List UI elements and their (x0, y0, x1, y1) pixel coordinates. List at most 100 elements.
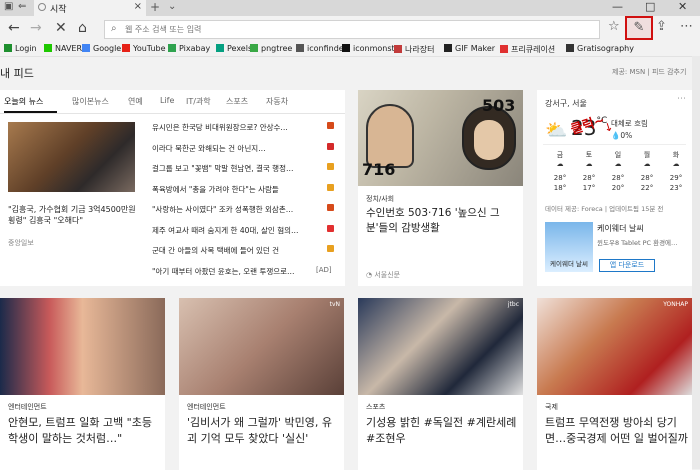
new-tab-button[interactable]: + (150, 0, 160, 14)
weather-condition: 대체로 흐림 (611, 119, 648, 128)
lead-headline[interactable]: "김흥국, 가수협회 기금 3억4500만원 횡령" 김흥국 "오해다" (8, 204, 143, 226)
news-tab-2[interactable]: 연예 (128, 96, 143, 107)
home-icon[interactable]: ⌂ (78, 20, 87, 36)
tab-preview-icon[interactable]: ▣ (4, 1, 13, 12)
story-headline[interactable]: 수인번호 503·716 '높으신 그분'들의 감방생활 (366, 206, 518, 236)
bookmark-label: Login (15, 44, 37, 53)
story-card[interactable]: 503 716 정치/사회 수인번호 503·716 '높으신 그분'들의 감방… (358, 90, 523, 286)
broadcaster-logo: jtbc (507, 301, 519, 308)
bookmark-favicon-icon (216, 44, 224, 52)
forecast-low: 22° (640, 184, 654, 192)
story-category: 정치/사회 (366, 195, 395, 203)
feed-provider[interactable]: 제공: MSN | 피드 감추기 (612, 67, 686, 77)
news-list-item[interactable]: "아기 때부터 아팠던 윤호는, 오랜 투쟁으로… [AD] (152, 266, 334, 278)
story-headline[interactable]: 안현모, 트럼프 일화 고백 "초등학생이 말하는 것처럼…" (8, 415, 161, 447)
tab-start[interactable]: 시작 × (34, 0, 146, 16)
lead-photo[interactable] (8, 122, 135, 192)
broadcaster-logo: tvN (329, 301, 340, 308)
bookmark-favicon-icon (342, 44, 350, 52)
bookmark-label: Pixabay (179, 44, 211, 53)
bookmark-1[interactable]: NAVER (44, 44, 82, 53)
story-headline[interactable]: '김비서가 왜 그럴까' 박민영, 유괴 기억 모두 찾았다 '실신' (187, 415, 340, 447)
download-app-button[interactable]: 앱 다운로드 (599, 259, 655, 272)
bookmark-0[interactable]: Login (4, 44, 37, 53)
bookmark-favicon-icon (82, 44, 90, 52)
back-tabs-icon[interactable]: ⇐ (18, 1, 26, 12)
bookmark-4[interactable]: Pixabay (168, 44, 210, 53)
bookmark-10[interactable]: GIF Maker (444, 44, 495, 53)
news-tab-1[interactable]: 많이본뉴스 (72, 96, 109, 107)
weather-location: 강서구, 서울 (545, 99, 587, 108)
address-bar[interactable]: ⌕ (104, 20, 600, 39)
weather-card[interactable]: 강서구, 서울 ⋯ ⛅ 23°C 대체로 흐림 💧0% 금 ☁ 28° 18° 토 ☁ 28… (537, 90, 692, 286)
bookmark-7[interactable]: iconfinder (296, 44, 347, 53)
bookmark-favicon-icon (4, 44, 12, 52)
tab-favicon-icon (38, 3, 46, 11)
news-list-item[interactable]: "사랑하는 사이였다" 조카 성폭행한 외삼촌… (152, 204, 334, 216)
bookmark-label: iconfinder (307, 44, 347, 53)
bookmark-2[interactable]: Google (82, 44, 121, 53)
news-list-item[interactable]: 군대 간 아들의 사복 택배에 들어 있던 건 (152, 245, 334, 257)
address-input[interactable] (125, 23, 585, 36)
bookmark-8[interactable]: iconmonstr (342, 44, 398, 53)
news-tab-6[interactable]: 자동차 (266, 96, 288, 107)
story-category: 엔터테인먼트 (187, 403, 226, 411)
close-window-icon[interactable]: ✕ (678, 0, 687, 13)
partly-cloudy-icon: ⛅ (545, 120, 568, 141)
bookmark-9[interactable]: 나라장터 (394, 44, 434, 55)
bottom-story-card[interactable]: jtbc 스포츠 기성용 밝힌 #독일전 #계란세례 #조현우 (358, 298, 523, 470)
story-image: YONHAP (537, 298, 692, 395)
news-tab-3[interactable]: Life (160, 96, 174, 105)
bookmark-label: GIF Maker (455, 44, 496, 53)
bookmark-6[interactable]: pngtree (250, 44, 292, 53)
story-headline[interactable]: 트럼프 무역전쟁 방아쇠 당기면…중국경제 어떤 일 벌어질까 (545, 415, 688, 447)
news-tab-4[interactable]: IT/과학 (186, 96, 211, 107)
news-item-text: "아기 때부터 아팠던 윤호는, 오랜 투쟁으로… (152, 266, 295, 276)
favorite-star-icon[interactable]: ☆ (608, 19, 620, 34)
bookmark-3[interactable]: YouTube (122, 44, 166, 53)
story-image: tvN (179, 298, 344, 395)
kweather-app-image[interactable]: 케이웨더 날씨 (545, 222, 593, 272)
story-category: 엔터테인먼트 (8, 403, 47, 411)
source-logo-icon (327, 183, 334, 191)
share-icon[interactable]: ⇪ (656, 19, 667, 34)
news-item-text: "사랑하는 사이였다" 조카 성폭행한 외삼촌… (152, 205, 294, 214)
navigation-bar: ← → ✕ ⌂ ⌕ ☆ ⇪ ⋯ (0, 16, 700, 42)
bookmark-5[interactable]: Pexels (216, 44, 252, 53)
bottom-story-card[interactable]: YONHAP 국제 트럼프 무역전쟁 방아쇠 당기면…중국경제 어떤 일 벌어질까 (537, 298, 692, 470)
maximize-icon[interactable]: □ (645, 0, 655, 13)
weather-more-icon[interactable]: ⋯ (677, 94, 686, 104)
page-scrollbar[interactable] (692, 56, 700, 469)
web-note-pen-icon[interactable]: ✎ (625, 16, 653, 40)
cloud-icon: ☁ (614, 160, 622, 168)
minimize-icon[interactable]: — (612, 0, 623, 13)
news-list-item[interactable]: 폭육방에서 "총을 가려야 한다"는 사람들 (152, 183, 334, 196)
forward-arrow-icon[interactable]: → (30, 20, 42, 36)
forecast-high: 29° (669, 174, 683, 182)
tab-dropdown-icon[interactable]: ⌄ (168, 1, 176, 12)
back-arrow-icon[interactable]: ← (8, 20, 20, 36)
news-list-item[interactable]: 제주 여교사 때려 숨지게 한 40대, 살인 혐의… (152, 224, 334, 237)
news-list-item[interactable]: 이라다 북한군 와해되는 건 아닌지… (152, 142, 334, 155)
bottom-story-card[interactable]: 엔터테인먼트안현모, 트럼프 일화 고백 "초등학생이 말하는 것처럼…" (0, 298, 165, 470)
news-tab-0[interactable]: 오늘의 뉴스 (4, 96, 43, 107)
promo-subtitle: 윈도우8 Tablet PC 환경에… (597, 239, 678, 247)
forecast-low: 17° (582, 184, 596, 192)
news-list-item[interactable]: 걸그룹 보고 "꽃뱀" 막말 현남연, 결국 행정… (152, 163, 334, 175)
close-tab-icon[interactable]: × (134, 1, 142, 12)
bookmark-12[interactable]: Gratisography (566, 44, 634, 53)
more-icon[interactable]: ⋯ (680, 19, 693, 34)
bookmark-11[interactable]: 프리큐레이션 (500, 44, 555, 55)
news-list-item[interactable]: 유시민은 한국당 비대위원장으로? 안상수… (152, 122, 334, 134)
bookmark-favicon-icon (444, 44, 452, 52)
news-item-text: 제주 여교사 때려 숨지게 한 40대, 살인 혐의… (152, 225, 299, 235)
bottom-story-card[interactable]: tvN 엔터테인먼트 '김비서가 왜 그럴까' 박민영, 유괴 기억 모두 찾았다 … (179, 298, 344, 470)
bookmark-favicon-icon (250, 44, 258, 52)
forecast-high: 28° (553, 174, 567, 182)
bookmark-favicon-icon (122, 44, 130, 52)
stop-icon[interactable]: ✕ (55, 20, 67, 36)
source-logo-icon (327, 204, 334, 211)
news-tab-5[interactable]: 스포츠 (226, 96, 248, 107)
forecast-high: 28° (582, 174, 596, 182)
story-headline[interactable]: 기성용 밝힌 #독일전 #계란세례 #조현우 (366, 415, 519, 447)
